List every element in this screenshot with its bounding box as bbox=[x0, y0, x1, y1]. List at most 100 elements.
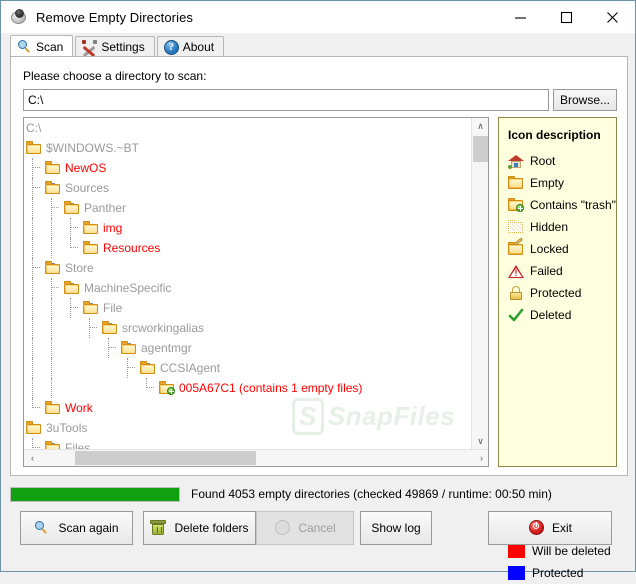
tree-connector bbox=[45, 358, 59, 378]
tree-row[interactable]: Store bbox=[24, 258, 472, 278]
tab-about[interactable]: ? About bbox=[156, 36, 225, 57]
legend-item-trash: Contains "trash" bbox=[499, 194, 616, 216]
folder-icon bbox=[64, 201, 80, 215]
title-bar: Remove Empty Directories bbox=[1, 1, 635, 33]
tree-row[interactable]: NewOS bbox=[24, 158, 472, 178]
tree-row[interactable]: Sources bbox=[24, 178, 472, 198]
folder-trash-icon bbox=[159, 381, 175, 395]
tree-row[interactable]: 3uTools bbox=[24, 418, 472, 438]
directory-prompt-label: Please choose a directory to scan: bbox=[23, 69, 207, 83]
directory-tree[interactable]: C:\ $WINDOWS.~BT NewOS Sources Panther img Res… bbox=[23, 117, 489, 467]
tree-row[interactable]: CCSIAgent bbox=[24, 358, 472, 378]
tree-connector bbox=[26, 318, 40, 338]
house-icon bbox=[508, 154, 524, 169]
maximize-button[interactable] bbox=[543, 1, 589, 33]
tree-connector bbox=[26, 358, 40, 378]
tree-connector bbox=[121, 358, 135, 378]
tree-vertical-scrollbar[interactable]: ∧ ∨ bbox=[471, 118, 488, 450]
tree-connector bbox=[45, 278, 59, 298]
legend-item-protected: Protected bbox=[499, 282, 616, 304]
magnifier-icon bbox=[34, 520, 51, 536]
tree-row-label: $WINDOWS.~BT bbox=[46, 141, 140, 155]
tree-row[interactable]: C:\ bbox=[24, 118, 472, 138]
tree-connector bbox=[26, 178, 40, 198]
tree-row[interactable]: srcworkingalias bbox=[24, 318, 472, 338]
browse-button[interactable]: Browse... bbox=[553, 89, 617, 111]
tree-connector bbox=[45, 198, 59, 218]
legend-label: Protected bbox=[530, 286, 582, 300]
scroll-up-arrow[interactable]: ∧ bbox=[472, 118, 488, 135]
tree-row-label: CCSIAgent bbox=[160, 361, 221, 375]
status-text: Found 4053 empty directories (checked 49… bbox=[191, 487, 552, 501]
tree-row[interactable]: agentmgr bbox=[24, 338, 472, 358]
folder-hidden-icon bbox=[508, 219, 524, 235]
tree-connector bbox=[45, 238, 59, 258]
tree-connector bbox=[26, 238, 40, 258]
vertical-scroll-thumb[interactable] bbox=[473, 136, 488, 162]
show-log-button[interactable]: Show log bbox=[360, 511, 432, 545]
tree-connector bbox=[102, 338, 116, 358]
tab-about-label: About bbox=[182, 40, 215, 54]
tab-settings[interactable]: Settings bbox=[75, 36, 155, 57]
tree-row[interactable]: Panther bbox=[24, 198, 472, 218]
tree-connector bbox=[45, 378, 59, 398]
legend-label: Protected bbox=[532, 566, 584, 580]
cancel-button: Cancel bbox=[256, 511, 354, 545]
status-row: Found 4053 empty directories (checked 49… bbox=[10, 484, 628, 504]
folder-icon bbox=[83, 301, 99, 315]
tree-row[interactable]: File bbox=[24, 298, 472, 318]
button-label: Cancel bbox=[298, 521, 336, 535]
tree-row[interactable]: img bbox=[24, 218, 472, 238]
button-label: Exit bbox=[551, 521, 572, 535]
tools-icon bbox=[82, 39, 98, 57]
tree-row-label: Resources bbox=[103, 241, 161, 255]
tree-connector bbox=[26, 198, 40, 218]
tree-connector bbox=[26, 158, 40, 178]
tree-row-label: 3uTools bbox=[46, 421, 88, 435]
tab-strip: Scan Settings ? About bbox=[10, 35, 635, 57]
tree-row[interactable]: 005A67C1 (contains 1 empty files) bbox=[24, 378, 472, 398]
color-swatch bbox=[508, 566, 525, 580]
tree-row[interactable]: Resources bbox=[24, 238, 472, 258]
legend-item-locked: Locked bbox=[499, 237, 616, 260]
tree-row[interactable]: Work bbox=[24, 398, 472, 418]
tree-row[interactable]: MachineSpecific bbox=[24, 278, 472, 298]
tab-scan[interactable]: Scan bbox=[10, 35, 74, 57]
tree-connector bbox=[64, 218, 78, 238]
minimize-button[interactable] bbox=[497, 1, 543, 33]
exit-button[interactable]: Exit bbox=[488, 511, 612, 545]
tree-connector bbox=[45, 218, 59, 238]
tree-connector bbox=[26, 278, 40, 298]
horizontal-scroll-thumb[interactable] bbox=[75, 451, 256, 465]
legend-label: Deleted bbox=[530, 308, 572, 322]
folder-icon bbox=[45, 401, 61, 415]
button-label: Delete folders bbox=[174, 521, 249, 535]
legend-label: Contains "trash" bbox=[530, 198, 616, 212]
directory-path-input[interactable] bbox=[23, 89, 549, 111]
tree-connector bbox=[26, 298, 40, 318]
checkmark-icon bbox=[508, 308, 524, 323]
folder-locked-icon bbox=[508, 237, 524, 257]
tree-row[interactable]: $WINDOWS.~BT bbox=[24, 138, 472, 158]
tree-row-label: C:\ bbox=[26, 121, 42, 135]
app-camera-icon bbox=[10, 8, 28, 26]
tree-connector bbox=[45, 338, 59, 358]
tree-connector bbox=[45, 298, 59, 318]
scroll-left-arrow[interactable]: ‹ bbox=[24, 450, 41, 466]
folder-icon bbox=[64, 281, 80, 295]
trash-icon bbox=[150, 520, 167, 536]
tree-row-label: img bbox=[103, 221, 123, 235]
tree-row-label: srcworkingalias bbox=[122, 321, 205, 335]
cancel-icon bbox=[274, 520, 291, 536]
tree-horizontal-scrollbar[interactable]: ‹ › bbox=[24, 449, 488, 466]
delete-folders-button[interactable]: Delete folders bbox=[143, 511, 256, 545]
tab-scan-label: Scan bbox=[36, 39, 64, 54]
scroll-right-arrow[interactable]: › bbox=[473, 450, 488, 466]
horizontal-scroll-track[interactable] bbox=[41, 450, 473, 466]
button-label: Show log bbox=[371, 521, 421, 535]
close-button[interactable] bbox=[589, 1, 635, 33]
scan-again-button[interactable]: Scan again bbox=[20, 511, 133, 545]
window-controls bbox=[497, 1, 635, 33]
tree-connector bbox=[26, 338, 40, 358]
scroll-down-arrow[interactable]: ∨ bbox=[472, 433, 488, 450]
